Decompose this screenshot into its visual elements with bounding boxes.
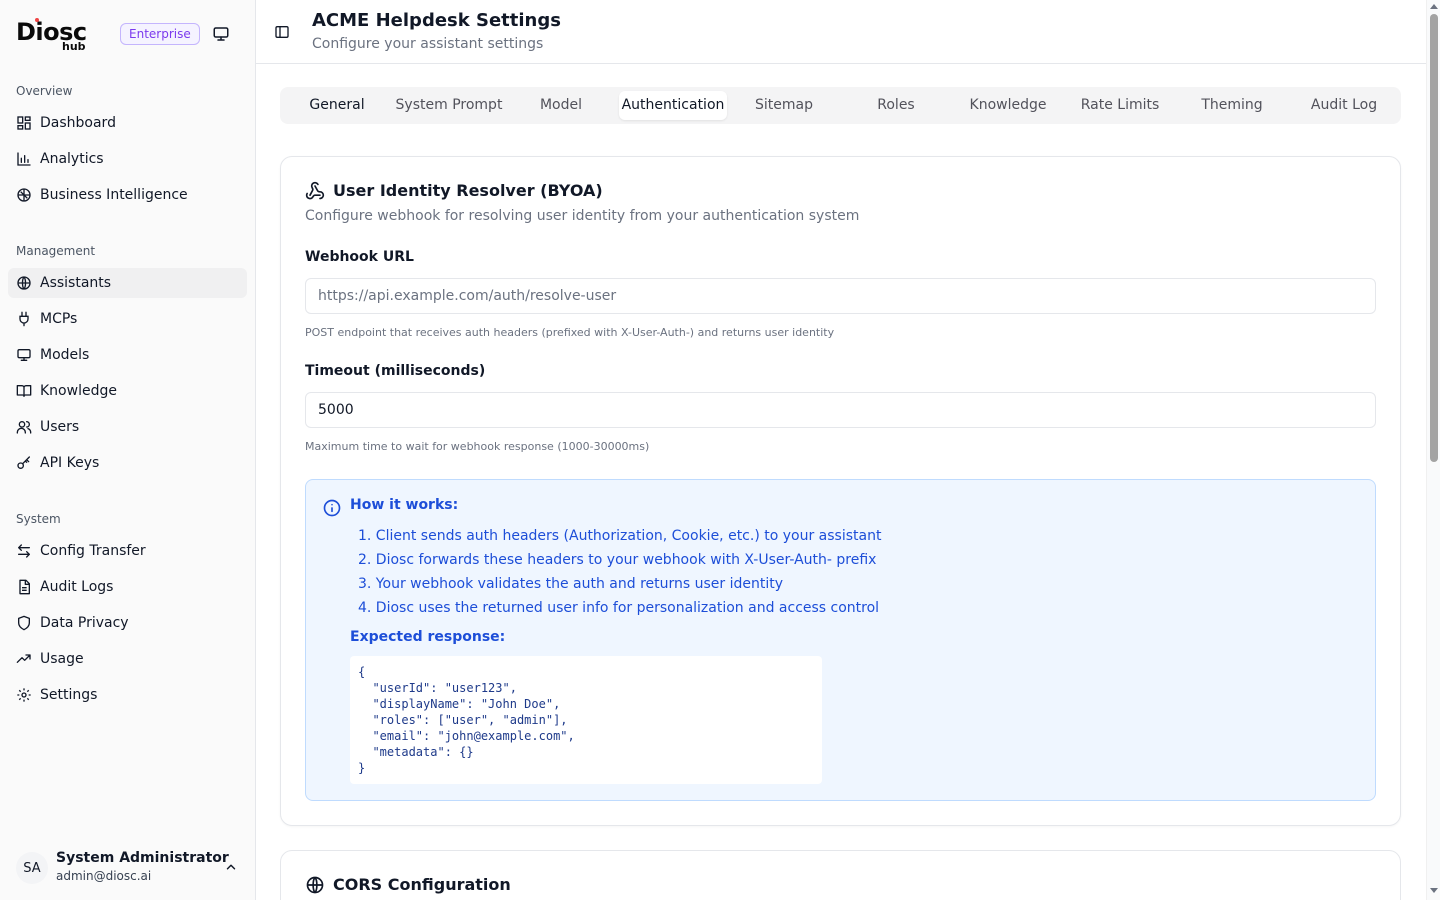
how-it-works-heading: How it works: — [350, 497, 459, 513]
page-title: ACME Helpdesk Settings — [312, 10, 561, 31]
webhook-url-label: Webhook URL — [305, 249, 414, 265]
sidebar-toggle-icon[interactable] — [274, 24, 290, 40]
sidebar: Diosc hub Enterprise Overview Dashboard … — [0, 0, 256, 900]
tab-general[interactable]: General — [283, 91, 391, 120]
steps-list: 1. Client sends auth headers (Authorizat… — [358, 524, 881, 620]
monitor-icon — [17, 349, 31, 361]
timeout-input[interactable] — [305, 392, 1376, 428]
sidebar-item-label: Analytics — [40, 151, 104, 167]
sidebar-item-knowledge[interactable]: Knowledge — [8, 376, 247, 406]
chevron-up-icon[interactable] — [224, 860, 238, 874]
webhook-url-input[interactable] — [305, 278, 1376, 314]
tab-authentication[interactable]: Authentication — [619, 91, 727, 120]
tab-audit-log[interactable]: Audit Log — [1290, 91, 1398, 120]
sidebar-item-assistants[interactable]: Assistants — [8, 268, 247, 298]
shield-icon — [18, 615, 30, 631]
sidebar-item-models[interactable]: Models — [8, 340, 247, 370]
card-description: Configure webhook for resolving user ide… — [305, 208, 860, 224]
sidebar-item-business-intelligence[interactable]: Business Intelligence — [8, 180, 247, 210]
step-item: 3. Your webhook validates the auth and r… — [358, 576, 784, 592]
tab-rate-limits[interactable]: Rate Limits — [1066, 91, 1174, 120]
tab-theming[interactable]: Theming — [1178, 91, 1286, 120]
nav-section-overview: Overview — [16, 84, 73, 98]
key-icon — [17, 456, 30, 469]
globe-icon — [306, 876, 324, 894]
tab-sitemap[interactable]: Sitemap — [730, 91, 838, 120]
gear-icon — [17, 688, 31, 702]
webhook-icon — [305, 181, 325, 200]
settings-tabs: General System Prompt Model Authenticati… — [280, 87, 1401, 124]
sidebar-item-label: Data Privacy — [40, 615, 129, 631]
scroll-up-arrow-icon[interactable] — [1430, 4, 1438, 9]
expected-response-code: { "userId": "user123", "displayName": "J… — [350, 656, 822, 784]
sidebar-item-label: Assistants — [40, 275, 112, 291]
brand-dot — [35, 18, 39, 22]
sidebar-item-label: Knowledge — [40, 383, 117, 399]
card-title: User Identity Resolver (BYOA) — [333, 181, 603, 200]
monitor-icon[interactable] — [212, 25, 230, 43]
step-item: 2. Diosc forwards these headers to your … — [358, 552, 877, 568]
sidebar-item-audit-logs[interactable]: Audit Logs — [8, 572, 247, 602]
sidebar-item-label: Config Transfer — [40, 543, 146, 559]
brain-icon — [17, 188, 31, 202]
page-subtitle: Configure your assistant settings — [312, 36, 544, 52]
globe-icon — [17, 276, 31, 290]
sidebar-item-api-keys[interactable]: API Keys — [8, 448, 247, 478]
identity-resolver-card: User Identity Resolver (BYOA) Configure … — [280, 156, 1401, 826]
sidebar-item-label: API Keys — [40, 455, 100, 471]
user-name: System Administrator — [56, 850, 229, 866]
timeout-help: Maximum time to wait for webhook respons… — [305, 440, 650, 453]
sidebar-item-label: Models — [40, 347, 90, 363]
sidebar-item-dashboard[interactable]: Dashboard — [8, 108, 247, 138]
brand-sub: hub — [62, 40, 86, 53]
bar-chart-icon — [17, 152, 31, 166]
sidebar-item-users[interactable]: Users — [8, 412, 247, 442]
nav-section-management: Management — [16, 244, 96, 258]
plan-badge: Enterprise — [120, 23, 200, 45]
sidebar-item-label: Dashboard — [40, 115, 116, 131]
file-icon — [19, 579, 30, 595]
sidebar-item-mcps[interactable]: MCPs — [8, 304, 247, 334]
sidebar-item-label: Business Intelligence — [40, 187, 188, 203]
scroll-down-arrow-icon[interactable] — [1430, 888, 1438, 893]
users-icon — [16, 421, 32, 434]
how-it-works-box: How it works: 1. Client sends auth heade… — [305, 479, 1376, 801]
tab-knowledge[interactable]: Knowledge — [954, 91, 1062, 120]
cors-card: CORS Configuration — [280, 850, 1401, 900]
plug-icon — [19, 311, 29, 327]
brand-logo[interactable]: Diosc hub — [16, 16, 116, 53]
nav-section-system: System — [16, 512, 61, 526]
dashboard-icon — [17, 116, 31, 130]
sidebar-item-settings[interactable]: Settings — [8, 680, 247, 710]
sidebar-item-label: Users — [40, 419, 80, 435]
tab-model[interactable]: Model — [507, 91, 615, 120]
tab-roles[interactable]: Roles — [842, 91, 950, 120]
step-item: 4. Diosc uses the returned user info for… — [358, 600, 880, 616]
sidebar-item-label: Audit Logs — [40, 579, 114, 595]
avatar: SA — [16, 852, 48, 884]
expected-response-heading: Expected response: — [350, 629, 506, 645]
webhook-url-help: POST endpoint that receives auth headers… — [305, 326, 835, 339]
step-item: 1. Client sends auth headers (Authorizat… — [358, 528, 882, 544]
sidebar-item-label: Usage — [40, 651, 84, 667]
user-email: admin@diosc.ai — [56, 869, 152, 883]
sidebar-item-analytics[interactable]: Analytics — [8, 144, 247, 174]
cors-title: CORS Configuration — [333, 875, 511, 894]
page-scrollbar[interactable] — [1426, 0, 1440, 900]
sidebar-item-usage[interactable]: Usage — [8, 644, 247, 674]
scroll-thumb[interactable] — [1430, 14, 1438, 462]
book-icon — [16, 385, 32, 397]
arrows-icon — [18, 544, 30, 558]
timeout-label: Timeout (milliseconds) — [305, 363, 486, 379]
sidebar-item-config-transfer[interactable]: Config Transfer — [8, 536, 247, 566]
sidebar-item-data-privacy[interactable]: Data Privacy — [8, 608, 247, 638]
user-menu[interactable]: SA System Administrator admin@diosc.ai — [16, 848, 246, 888]
tab-system-prompt[interactable]: System Prompt — [395, 91, 503, 120]
sidebar-item-label: MCPs — [40, 311, 78, 327]
info-icon — [323, 499, 341, 517]
page-header: ACME Helpdesk Settings Configure your as… — [256, 0, 1426, 64]
trending-icon — [16, 654, 31, 663]
sidebar-item-label: Settings — [40, 687, 98, 703]
